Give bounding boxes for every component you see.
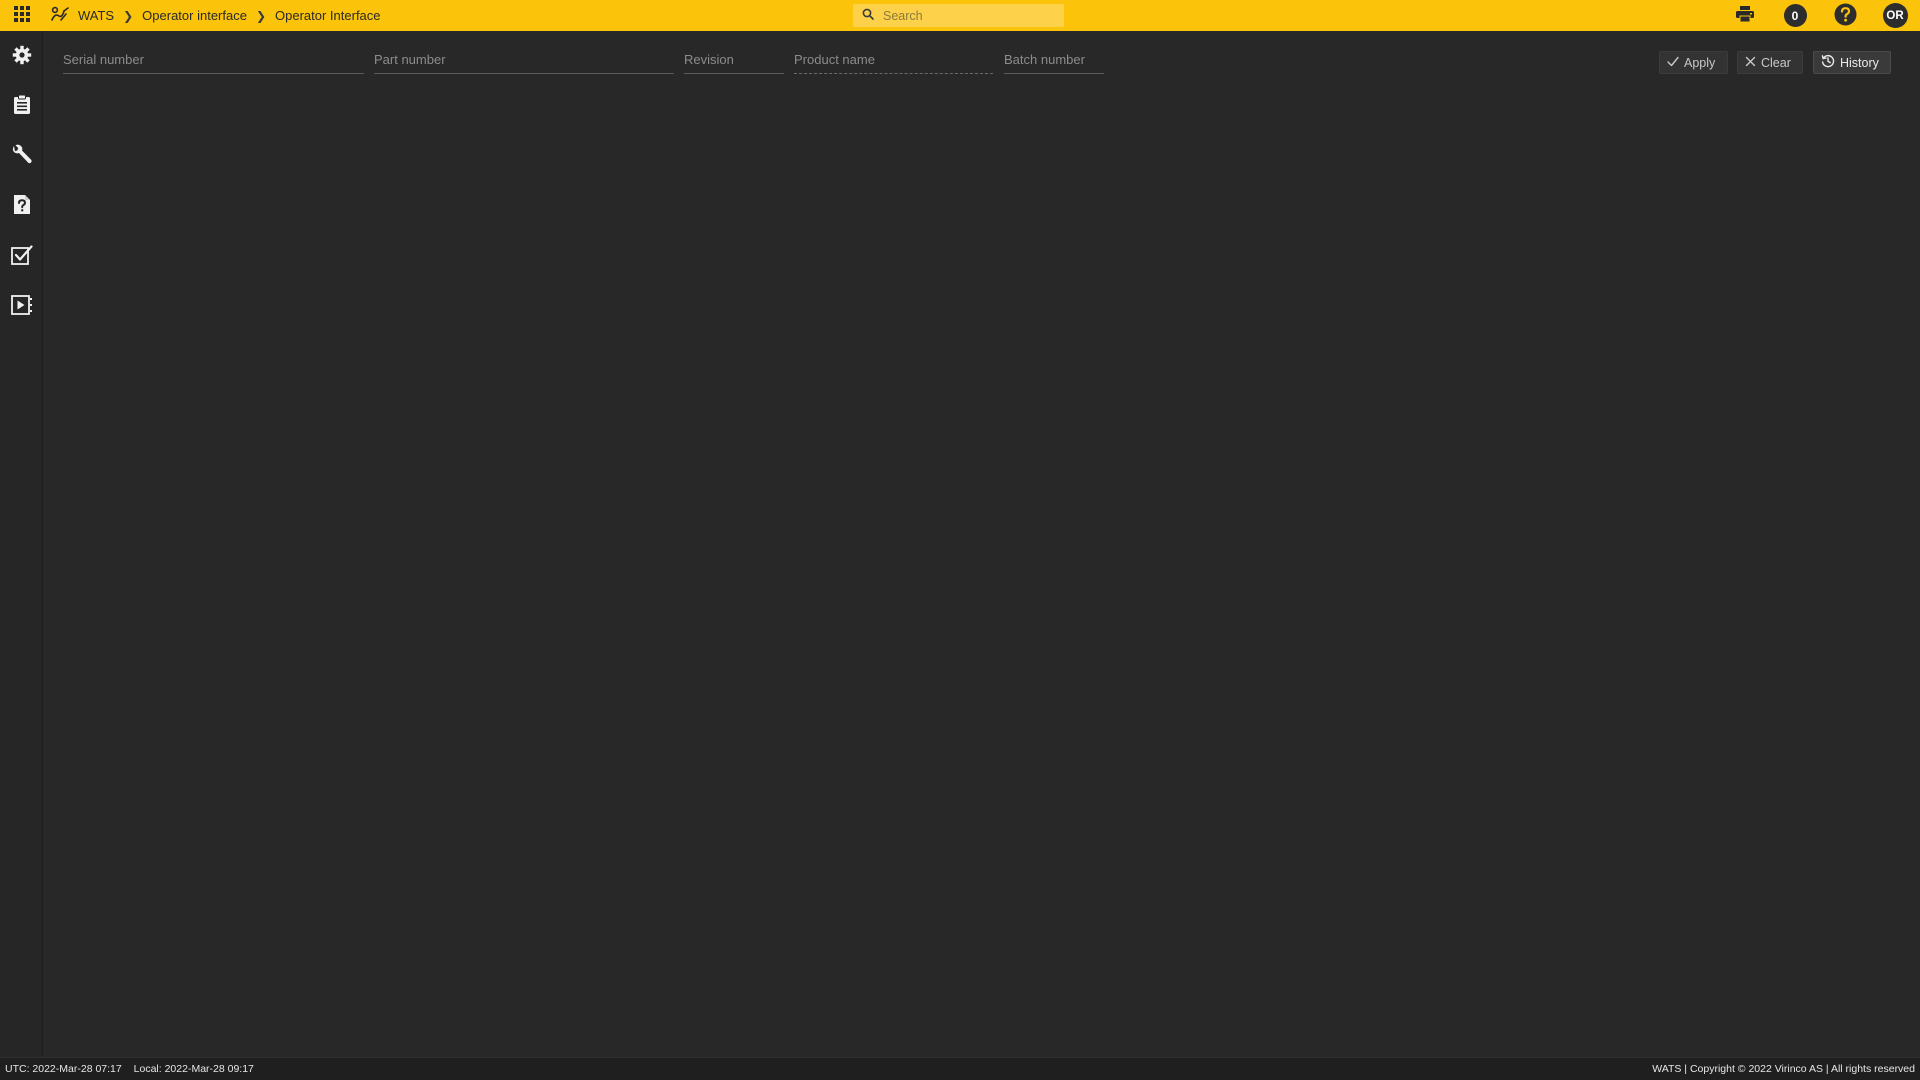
avatar: OR — [1882, 3, 1908, 28]
clipboard-icon — [13, 94, 31, 120]
local-time: Local: 2022-Mar-28 09:17 — [133, 1063, 254, 1075]
part-number-input[interactable] — [374, 46, 674, 72]
top-right-actions: 0 OR — [1720, 0, 1920, 31]
sidebar-item-settings[interactable] — [0, 37, 43, 77]
product-name-field — [794, 46, 993, 74]
breadcrumb-separator-icon: ❯ — [123, 8, 134, 23]
print-button[interactable] — [1720, 0, 1770, 31]
sidebar-item-media[interactable] — [0, 287, 43, 327]
top-bar: WATS ❯ Operator interface ❯ Operator Int… — [0, 0, 1920, 31]
play-video-icon — [10, 294, 33, 320]
apps-grid-button[interactable] — [0, 0, 44, 31]
apply-button[interactable]: Apply — [1659, 51, 1728, 74]
close-icon — [1745, 56, 1756, 70]
sidebar-item-help-documents[interactable] — [0, 187, 43, 227]
search-icon — [862, 8, 874, 23]
utc-time: UTC: 2022-Mar-28 07:17 — [5, 1063, 122, 1075]
clear-button[interactable]: Clear — [1737, 51, 1803, 74]
breadcrumb-separator-icon: ❯ — [255, 8, 267, 23]
notification-count-badge: 0 — [1783, 4, 1807, 27]
document-question-icon — [13, 194, 31, 220]
batch-number-field — [1004, 46, 1104, 74]
apps-grid-icon — [13, 5, 31, 26]
clock-group: UTC: 2022-Mar-28 07:17 Local: 2022-Mar-2… — [5, 1063, 263, 1075]
notifications-button[interactable]: 0 — [1770, 0, 1820, 31]
printer-icon — [1735, 5, 1755, 26]
help-button[interactable] — [1820, 0, 1870, 31]
sidebar — [0, 31, 43, 1057]
revision-field — [684, 46, 784, 74]
revision-input[interactable] — [684, 46, 784, 72]
wats-logo-icon — [50, 6, 70, 25]
history-button[interactable]: History — [1813, 51, 1891, 74]
gear-icon — [12, 45, 32, 70]
history-label: History — [1840, 55, 1879, 70]
sidebar-item-repair[interactable] — [0, 137, 43, 177]
user-menu-button[interactable]: OR — [1870, 0, 1920, 31]
breadcrumb-item-operator-interface[interactable]: Operator interface — [142, 8, 247, 23]
batch-number-input[interactable] — [1004, 46, 1104, 72]
brand-name: WATS — [78, 8, 115, 23]
brand-home-link[interactable]: WATS — [44, 6, 114, 25]
sidebar-item-checklist[interactable] — [0, 237, 43, 277]
part-number-field — [374, 46, 674, 74]
global-search — [853, 4, 1064, 27]
breadcrumb-item-current: Operator Interface — [275, 8, 381, 23]
product-name-input[interactable] — [794, 46, 993, 72]
sidebar-item-clipboard[interactable] — [0, 87, 43, 127]
check-icon — [1667, 56, 1679, 70]
checkbox-list-icon — [10, 244, 33, 270]
apply-label: Apply — [1684, 55, 1716, 70]
status-footer: UTC: 2022-Mar-28 07:17 Local: 2022-Mar-2… — [0, 1057, 1920, 1080]
search-input[interactable] — [883, 8, 1053, 23]
serial-number-input[interactable] — [63, 46, 364, 72]
serial-number-field — [63, 46, 364, 74]
clear-label: Clear — [1761, 55, 1791, 70]
help-icon — [1834, 3, 1857, 29]
wrench-icon — [11, 144, 33, 171]
history-icon — [1821, 54, 1835, 71]
copyright-text: WATS | Copyright © 2022 Virinco AS | All… — [1652, 1063, 1915, 1075]
